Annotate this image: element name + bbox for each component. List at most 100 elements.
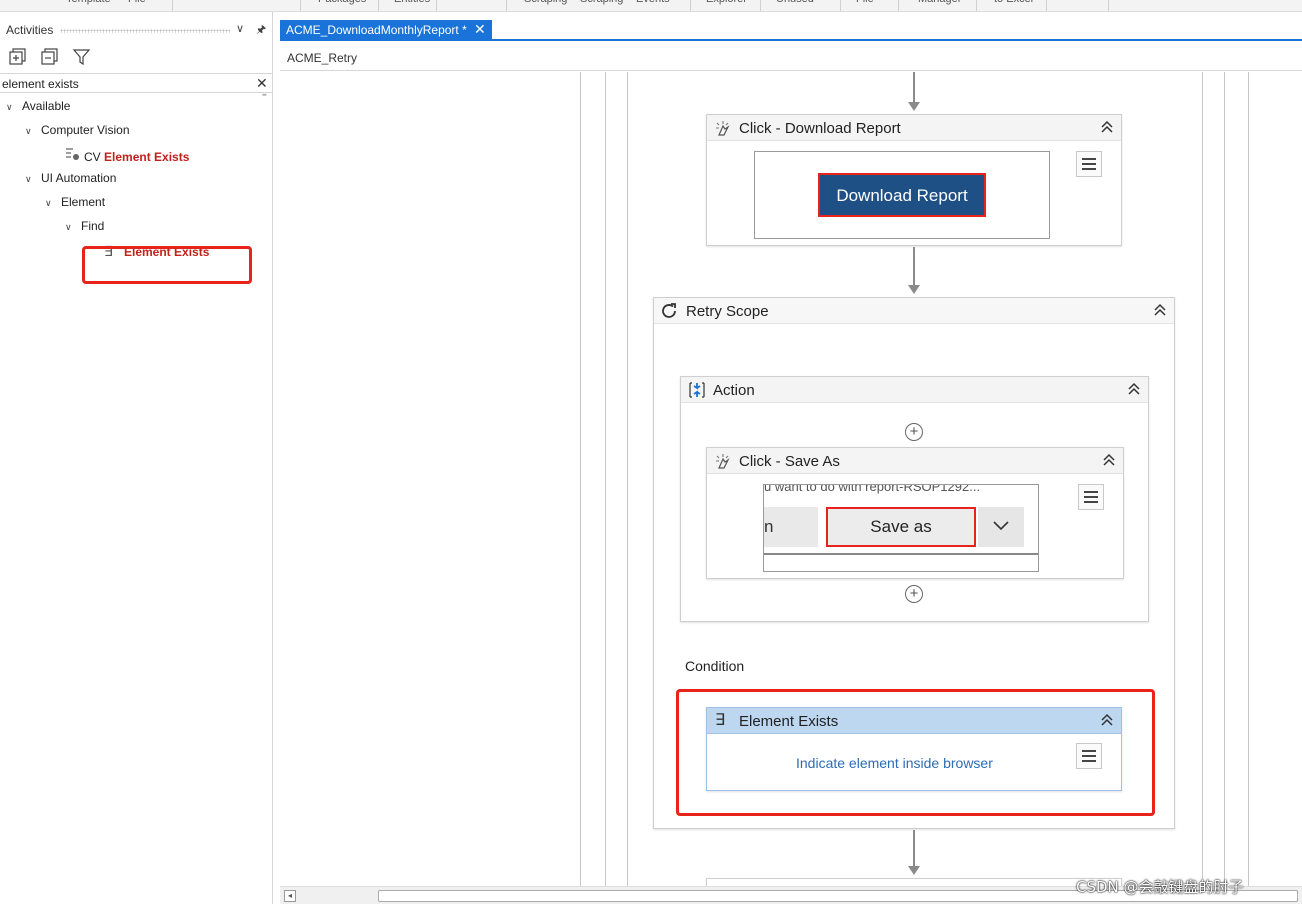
sequence-border <box>1224 72 1225 886</box>
tab-acme-download-monthly-report[interactable]: ACME_DownloadMonthlyReport * ✕ <box>280 20 492 41</box>
ribbon-separator <box>976 0 977 11</box>
ribbon-item[interactable]: Unused <box>776 0 814 5</box>
chevron-down-icon[interactable]: ∨ <box>25 174 41 185</box>
collapse-all-icon[interactable] <box>40 48 60 66</box>
activity-menu-button[interactable] <box>1076 151 1102 177</box>
activities-panel: Activities ∨ 🖈 ≡ ✕ ∨Available ∨Computer … <box>0 12 273 904</box>
pin-icon[interactable]: 🖈 <box>256 21 266 40</box>
ribbon-separator <box>760 0 761 11</box>
close-icon[interactable]: ✕ <box>256 75 268 92</box>
preview-divider <box>764 553 1038 555</box>
collapse-icon[interactable] <box>1126 381 1142 397</box>
activity-title: Action <box>713 382 755 399</box>
tree-item-available[interactable]: ∨ Available <box>6 99 70 117</box>
activity-title: Click - Save As <box>739 453 840 470</box>
click-save-as-activity[interactable]: Click - Save As u want to do with report… <box>706 447 1124 579</box>
ribbon-item[interactable]: Packages <box>318 0 366 5</box>
activities-panel-header: Activities ∨ 🖈 <box>0 20 273 40</box>
click-icon <box>713 119 733 137</box>
ribbon-item[interactable]: to Excel <box>994 0 1033 5</box>
preview-left-button: n <box>764 507 818 547</box>
chevron-down-icon <box>978 507 1024 547</box>
next-activity[interactable] <box>706 878 1122 886</box>
add-activity-button[interactable]: + <box>905 585 923 603</box>
collapse-icon[interactable] <box>1152 302 1168 318</box>
ribbon-separator <box>172 0 173 11</box>
download-report-button: Download Report <box>818 173 986 217</box>
chevron-down-icon[interactable]: ∨ <box>65 222 81 233</box>
sequence-border <box>580 72 581 886</box>
screenshot-preview: Download Report <box>754 151 1050 239</box>
ribbon-separator <box>506 0 507 11</box>
ribbon-separator <box>436 0 437 11</box>
breadcrumb-bar: ACME_Retry <box>280 43 1302 71</box>
tree-item-cv-element-exists[interactable]: CV Element Exists <box>64 147 189 165</box>
ribbon-item[interactable]: Entities <box>394 0 430 5</box>
ribbon-item[interactable]: Events <box>636 0 670 5</box>
sequence-icon <box>687 381 707 399</box>
action-sequence[interactable]: Action + Click - Save As u want to do wi… <box>680 376 1149 622</box>
chevron-down-icon[interactable]: ∨ <box>25 126 41 137</box>
preview-top-text: u want to do with report-RSOP1292... <box>764 484 981 494</box>
click-download-report-activity[interactable]: Click - Download Report Download Report <box>706 114 1122 246</box>
activity-menu-button[interactable] <box>1078 484 1104 510</box>
designer-canvas[interactable]: Click - Download Report Download Report … <box>280 72 1302 886</box>
watermark-text: CSDN @会敲键盘的肘子 <box>1076 878 1244 896</box>
connector-line <box>913 830 915 866</box>
tree-item-element[interactable]: ∨ Element <box>45 195 105 213</box>
activity-title: Click - Download Report <box>739 120 901 137</box>
ribbon-separator <box>1046 0 1047 11</box>
activity-header: Click - Save As <box>707 448 1123 474</box>
search-input[interactable] <box>2 76 242 91</box>
ribbon-item[interactable]: Scraping <box>580 0 623 5</box>
collapse-icon[interactable] <box>1101 452 1117 468</box>
ribbon-item[interactable]: Template <box>66 0 111 5</box>
add-activity-button[interactable]: + <box>905 423 923 441</box>
ribbon-item[interactable]: File <box>856 0 874 5</box>
activities-toolbar: ≡ <box>0 44 273 99</box>
cv-activity-icon <box>64 147 84 164</box>
collapse-icon[interactable] <box>1099 119 1115 135</box>
click-icon <box>713 452 733 470</box>
activities-search[interactable]: ✕ <box>0 73 273 93</box>
save-as-button: Save as <box>826 507 976 547</box>
ribbon-separator <box>300 0 301 11</box>
tree-item-computer-vision[interactable]: ∨ Computer Vision <box>25 123 130 141</box>
document-tab-bar: ACME_DownloadMonthlyReport * ✕ <box>280 20 1302 41</box>
activities-panel-title: Activities <box>6 23 54 37</box>
screenshot-preview: u want to do with report-RSOP1292... n S… <box>763 484 1039 572</box>
chevron-down-icon[interactable]: ∨ <box>236 22 244 35</box>
condition-label: Condition <box>685 658 745 674</box>
filter-icon[interactable] <box>72 48 92 66</box>
expand-all-icon[interactable] <box>8 48 28 66</box>
ribbon-separator <box>898 0 899 11</box>
scroll-left-icon[interactable]: ◂ <box>284 890 296 902</box>
sequence-border <box>1202 72 1203 886</box>
refresh-icon <box>660 302 680 320</box>
ribbon-toolbar: Template File Packages Entities Scraping Scra… <box>0 0 1302 12</box>
ribbon-item[interactable]: Scraping <box>524 0 567 5</box>
connector-line <box>913 72 915 102</box>
close-icon[interactable]: ✕ <box>474 21 486 38</box>
arrow-down-icon <box>908 866 920 875</box>
ribbon-separator <box>378 0 379 11</box>
highlight-box <box>676 689 1155 816</box>
ribbon-item[interactable]: Manager <box>918 0 961 5</box>
activity-header: Action <box>681 377 1148 403</box>
activity-header: Retry Scope <box>654 298 1174 324</box>
arrow-down-icon <box>908 102 920 111</box>
breadcrumb[interactable]: ACME_Retry <box>287 51 357 65</box>
arrow-down-icon <box>908 285 920 294</box>
ribbon-separator <box>690 0 691 11</box>
ribbon-separator <box>1108 0 1109 11</box>
tree-item-ui-automation[interactable]: ∨ UI Automation <box>25 171 116 189</box>
tree-item-find[interactable]: ∨ Find <box>65 219 104 237</box>
connector-line <box>913 247 915 285</box>
ribbon-item[interactable]: File <box>128 0 146 5</box>
chevron-down-icon[interactable]: ∨ <box>6 102 22 113</box>
ribbon-item[interactable]: Explorer <box>706 0 747 5</box>
chevron-down-icon[interactable]: ∨ <box>45 198 61 209</box>
highlight-box <box>82 246 252 284</box>
panel-drag-grip[interactable] <box>60 29 230 33</box>
sequence-border <box>1248 72 1249 886</box>
